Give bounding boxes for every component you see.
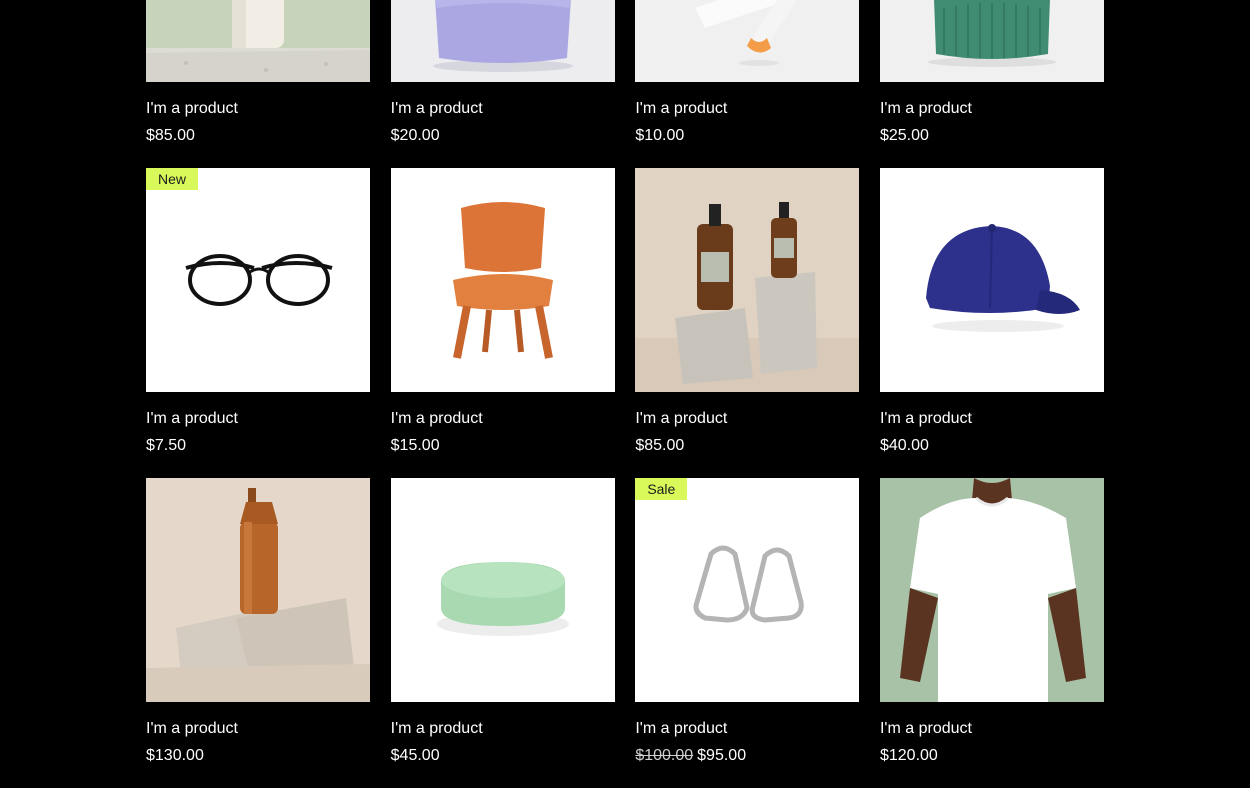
copper-water-bottle-image [146,478,370,702]
white-tshirt-image [879,478,1104,702]
price-value: $15.00 [390,437,440,454]
product-card[interactable]: I'm a product $130.00 [146,478,370,788]
orange-tube-image [635,0,860,82]
product-image[interactable] [879,0,1104,82]
sale-ribbon: Sale [635,478,688,500]
product-name[interactable]: I'm a product [635,408,727,430]
lavender-pillow-image [390,0,615,82]
product-gallery: I'm a product $85.00 I'm a product $20.0… [146,0,1104,788]
price-value: $130.00 [146,747,204,764]
price-value: $85.00 [635,437,685,454]
product-name[interactable]: I'm a product [635,98,727,120]
price-value: $7.50 [146,437,187,454]
product-price: $40.00 [880,435,929,457]
product-name[interactable]: I'm a product [880,408,972,430]
product-name[interactable]: I'm a product [146,98,238,120]
green-beanie-image [879,0,1104,82]
price-value: $85.00 [146,127,195,144]
wooden-chair-image [390,168,615,392]
product-name[interactable]: I'm a product [635,718,727,740]
price-value: $20.00 [390,127,440,144]
silver-earrings-image [635,478,860,702]
product-image[interactable] [635,0,860,82]
blue-cap-image [879,168,1104,392]
product-image[interactable] [635,478,860,702]
product-card[interactable]: I'm a product $85.00 [146,0,370,168]
product-name[interactable]: I'm a product [391,718,483,740]
product-image[interactable] [146,168,370,392]
product-card[interactable]: New I'm a product $7.50 [146,168,370,478]
product-image[interactable] [390,168,615,392]
product-name[interactable]: I'm a product [391,98,483,120]
product-name[interactable]: I'm a product [391,408,483,430]
product-image[interactable] [390,478,615,702]
new-ribbon: New [146,168,199,190]
product-card[interactable]: I'm a product $45.00 [390,478,615,788]
product-price: $25.00 [880,125,929,147]
price-value: $25.00 [879,127,929,144]
mint-soap-image [390,478,615,702]
price-value: $95.00 [697,747,747,764]
product-price: $20.00 [391,125,440,147]
product-image[interactable] [146,478,370,702]
price-value: $10.00 [635,127,685,144]
price-value: $120.00 [879,747,938,764]
product-image[interactable] [879,168,1104,392]
product-image[interactable] [635,168,860,392]
product-name[interactable]: I'm a product [880,718,972,740]
product-card[interactable]: I'm a product $10.00 [635,0,860,168]
product-image[interactable] [879,478,1104,702]
product-name[interactable]: I'm a product [146,718,238,740]
price-value: $40.00 [879,437,929,454]
amber-bottles-image [635,168,860,392]
product-price: $10.00 [635,125,684,147]
product-card[interactable]: I'm a product $15.00 [390,168,615,478]
product-image[interactable] [390,0,615,82]
product-card[interactable]: I'm a product $120.00 [879,478,1104,788]
bottle-on-stone-image [146,0,370,82]
product-card[interactable]: I'm a product $40.00 [879,168,1104,478]
eyeglasses-image [146,168,370,392]
product-price: $85.00 [635,435,684,457]
product-image[interactable] [146,0,370,82]
product-card[interactable]: Sale I'm a product $100.00 $95.00 [635,478,860,788]
price-value: $45.00 [390,747,440,764]
original-price: $100.00 [635,747,694,764]
product-price: $15.00 [391,435,440,457]
product-card[interactable]: I'm a product $85.00 [635,168,860,478]
product-card[interactable]: I'm a product $25.00 [879,0,1104,168]
product-name[interactable]: I'm a product [880,98,972,120]
product-price: $85.00 [146,125,195,147]
product-name[interactable]: I'm a product [146,408,238,430]
product-price: $7.50 [146,435,186,457]
product-card[interactable]: I'm a product $20.00 [390,0,615,168]
